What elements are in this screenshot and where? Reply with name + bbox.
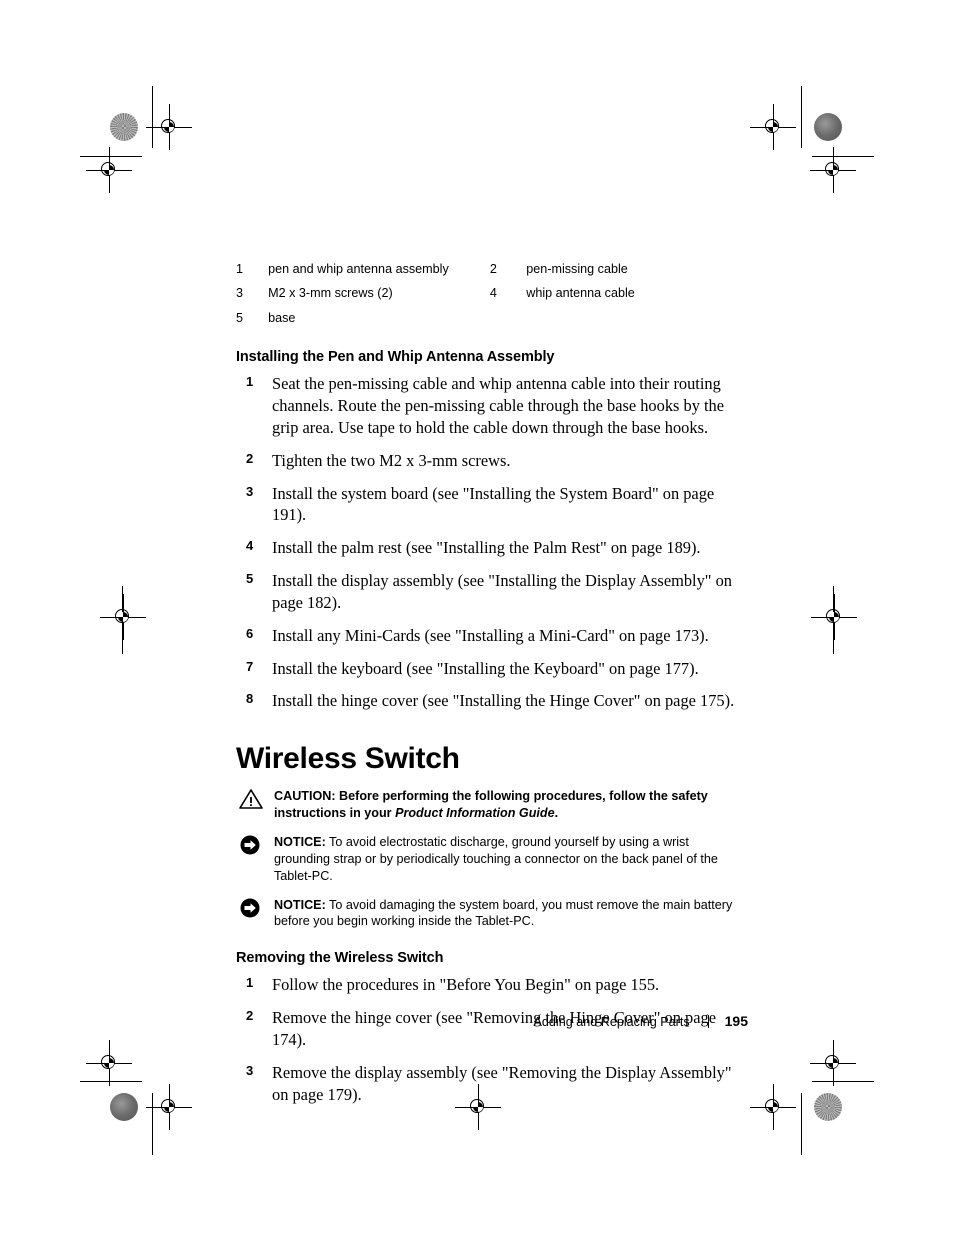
- notice-label: NOTICE:: [274, 834, 326, 849]
- step-text: Seat the pen-missing cable and whip ante…: [272, 374, 725, 438]
- step-number: 2: [246, 450, 254, 466]
- registration-mark-right-middle: [811, 594, 857, 640]
- page-footer: Adding and Replacing Parts 195: [236, 1013, 748, 1029]
- notice-block-esd: NOTICE: To avoid electrostatic discharge…: [236, 834, 748, 885]
- registration-mark-bottom-left-inner: [146, 1084, 192, 1130]
- step-number: 4: [246, 538, 254, 554]
- caution-label: CAUTION:: [274, 789, 336, 804]
- step-number: 1: [246, 374, 254, 390]
- step-text: Install the system board (see "Installin…: [272, 483, 715, 525]
- list-item: 5 Install the display assembly (see "Ins…: [236, 570, 748, 614]
- registration-mark-top-left-outer: [86, 147, 132, 193]
- halftone-dot-bottom-right: [814, 1093, 842, 1121]
- heading-removing-wireless-switch: Removing the Wireless Switch: [236, 950, 444, 967]
- legend-label: pen and whip antenna assembly: [268, 262, 449, 276]
- callout-legend: 1 pen and whip antenna assembly 2 pen-mi…: [236, 262, 748, 335]
- crop-line-bottom-left-horizontal: [80, 1081, 142, 1082]
- list-item: 1 Seat the pen-missing cable and whip an…: [236, 373, 748, 438]
- legend-row: 1 pen and whip antenna assembly 2 pen-mi…: [236, 262, 748, 286]
- legend-label: base: [268, 310, 296, 325]
- caution-text-after: .: [554, 806, 559, 821]
- caution-guide-title: Product Information Guide: [395, 806, 555, 821]
- step-text: Install the hinge cover (see "Installing…: [272, 691, 735, 711]
- registration-mark-bottom-left-outer: [86, 1040, 132, 1086]
- crop-line-bottom-left-vertical: [152, 1093, 153, 1155]
- legend-row: 5 base: [236, 311, 748, 335]
- legend-label: pen-missing cable: [526, 262, 628, 276]
- step-number: 1: [246, 975, 254, 991]
- registration-mark-bottom-right-inner: [750, 1084, 796, 1130]
- notice-label: NOTICE:: [274, 897, 326, 912]
- footer-page-number: 195: [724, 1013, 748, 1029]
- footer-section-title: Adding and Replacing Parts: [533, 1015, 690, 1029]
- crop-line-bottom-right-vertical: [801, 1093, 802, 1155]
- remove-steps-list: 1 Follow the procedures in "Before You B…: [236, 974, 748, 1105]
- step-number: 6: [246, 625, 254, 641]
- legend-number: 2: [489, 262, 497, 276]
- notice-arrow-icon: [238, 834, 264, 856]
- registration-mark-top-left-inner: [146, 104, 192, 150]
- registration-mark-top-right-outer: [810, 147, 856, 193]
- warning-triangle-icon: [238, 788, 264, 810]
- notice-arrow-icon: [238, 897, 264, 919]
- halftone-dot-bottom-left: [110, 1093, 138, 1121]
- list-item: 2 Tighten the two M2 x 3-mm screws.: [236, 450, 748, 472]
- step-text: Remove the display assembly (see "Removi…: [272, 1062, 732, 1104]
- list-item: 7 Install the keyboard (see "Installing …: [236, 658, 748, 680]
- halftone-dot-top-left: [110, 113, 138, 141]
- page-content: 1 pen and whip antenna assembly 2 pen-mi…: [236, 262, 748, 1116]
- list-item: 4 Install the palm rest (see "Installing…: [236, 537, 748, 559]
- list-item: 3 Install the system board (see "Install…: [236, 483, 748, 527]
- legend-number: 5: [236, 310, 244, 325]
- list-item: 1 Follow the procedures in "Before You B…: [236, 974, 748, 996]
- crop-line-top-left-vertical: [152, 86, 153, 148]
- registration-mark-top-right-inner: [750, 104, 796, 150]
- registration-mark-bottom-right-outer: [810, 1040, 856, 1086]
- legend-number: 3: [236, 286, 244, 301]
- halftone-dot-top-right: [814, 113, 842, 141]
- step-number: 7: [246, 658, 254, 674]
- footer-separator: [707, 1015, 709, 1028]
- step-text: Follow the procedures in "Before You Beg…: [272, 975, 660, 995]
- step-text: Tighten the two M2 x 3-mm screws.: [272, 450, 511, 470]
- legend-row: 3 M2 x 3-mm screws (2) 4 whip antenna ca…: [236, 286, 748, 310]
- document-page: 1 pen and whip antenna assembly 2 pen-mi…: [0, 0, 954, 1235]
- page-title: Wireless Switch: [236, 742, 460, 776]
- heading-installing-pen-whip-antenna: Installing the Pen and Whip Antenna Asse…: [236, 349, 555, 366]
- step-text: Install the display assembly (see "Insta…: [272, 571, 732, 612]
- legend-label: whip antenna cable: [526, 286, 635, 301]
- step-number: 3: [246, 1062, 254, 1078]
- step-text: Install any Mini-Cards (see "Installing …: [272, 625, 709, 645]
- install-steps-list: 1 Seat the pen-missing cable and whip an…: [236, 373, 748, 712]
- notice-text: To avoid electrostatic discharge, ground…: [274, 834, 718, 883]
- step-number: 5: [246, 571, 254, 587]
- legend-number: 4: [489, 286, 497, 301]
- step-number: 8: [246, 691, 254, 707]
- notice-text: To avoid damaging the system board, you …: [274, 897, 733, 929]
- list-item: 3 Remove the display assembly (see "Remo…: [236, 1062, 748, 1106]
- list-item: 6 Install any Mini-Cards (see "Installin…: [236, 625, 748, 647]
- crop-line-bottom-right-horizontal: [812, 1081, 874, 1082]
- step-text: Install the keyboard (see "Installing th…: [272, 658, 699, 678]
- legend-number: 1: [236, 262, 244, 276]
- list-item: 8 Install the hinge cover (see "Installi…: [236, 690, 748, 712]
- registration-mark-left-middle: [100, 594, 146, 640]
- caution-block: CAUTION: Before performing the following…: [236, 788, 748, 822]
- legend-label: M2 x 3-mm screws (2): [268, 286, 393, 301]
- step-number: 3: [246, 483, 254, 499]
- crop-line-top-right-vertical: [801, 86, 802, 148]
- step-text: Install the palm rest (see "Installing t…: [272, 538, 701, 558]
- notice-block-battery: NOTICE: To avoid damaging the system boa…: [236, 897, 748, 931]
